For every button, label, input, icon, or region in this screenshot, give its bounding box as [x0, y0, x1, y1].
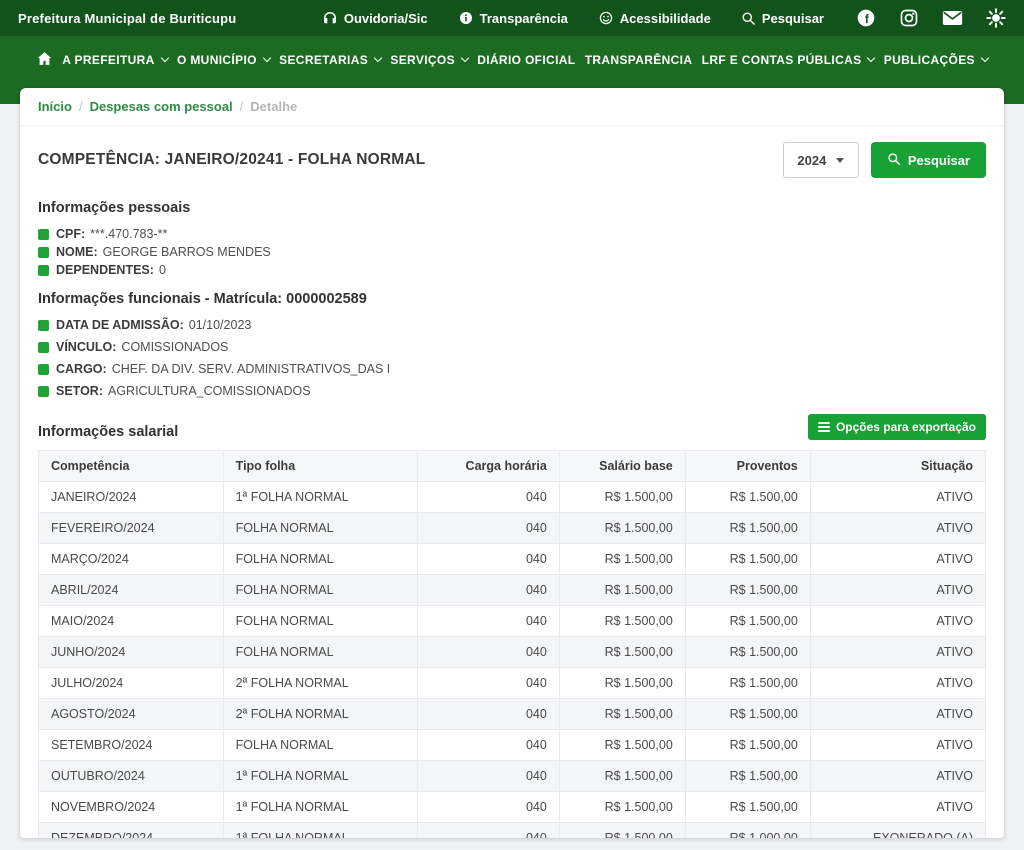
facebook-icon[interactable]: f	[856, 8, 876, 28]
bullet-icon	[38, 229, 49, 240]
nav-item-a-prefeitura[interactable]: A PREFEITURA	[62, 53, 167, 67]
chevron-down-icon	[263, 54, 271, 62]
bullet-icon	[38, 320, 49, 331]
search-icon	[741, 11, 756, 26]
card-content: Informações pessoais CPF:***.470.783-** …	[20, 200, 1004, 838]
year-select[interactable]: 2024	[783, 142, 859, 178]
chevron-down-icon	[374, 54, 382, 62]
col-header-salario-base: Salário base	[559, 451, 685, 482]
functional-heading: Informações funcionais - Matrícula: 0000…	[38, 291, 986, 307]
mail-icon[interactable]	[942, 10, 963, 26]
search-button[interactable]: Pesquisar	[871, 142, 986, 178]
instagram-icon[interactable]	[899, 8, 919, 28]
col-header-competencia: Competência	[39, 451, 224, 482]
salary-heading: Informações salarial	[38, 424, 178, 440]
nav-item-secretarias[interactable]: SECRETARIAS	[279, 53, 381, 67]
list-item: DATA DE ADMISSÃO:01/10/2023	[38, 318, 986, 332]
list-item: DEPENDENTES:0	[38, 263, 986, 277]
bullet-icon	[38, 386, 49, 397]
nav-item-o-municipio[interactable]: O MUNICÍPIO	[177, 53, 270, 67]
topbar-links: Ouvidoria/Sic Transparência Acessibilida…	[322, 10, 824, 26]
nav-item-lrf-contas-publicas[interactable]: LRF E CONTAS PÚBLICAS	[702, 53, 875, 67]
table-row: JUNHO/2024FOLHA NORMAL040R$ 1.500,00R$ 1…	[39, 637, 986, 668]
table-row: FEVEREIRO/2024FOLHA NORMAL040R$ 1.500,00…	[39, 513, 986, 544]
col-header-carga-horaria: Carga horária	[417, 451, 559, 482]
search-link[interactable]: Pesquisar	[741, 11, 824, 26]
nav-item-transparencia[interactable]: TRANSPARÊNCIA	[585, 53, 693, 67]
bullet-icon	[38, 364, 49, 375]
nav-item-servicos[interactable]: SERVIÇOS	[390, 53, 468, 67]
export-options-button[interactable]: Opções para exportação	[808, 414, 986, 440]
headset-icon	[322, 10, 338, 26]
chevron-down-icon	[461, 54, 469, 62]
social-links: f	[856, 8, 1006, 28]
personal-heading: Informações pessoais	[38, 200, 986, 216]
breadcrumb: Início / Despesas com pessoal / Detalhe	[20, 88, 1004, 126]
table-row: JULHO/20242ª FOLHA NORMAL040R$ 1.500,00R…	[39, 668, 986, 699]
table-row: SETEMBRO/2024FOLHA NORMAL040R$ 1.500,00R…	[39, 730, 986, 761]
list-item: CPF:***.470.783-**	[38, 227, 986, 241]
list-item: SETOR:AGRICULTURA_COMISSIONADOS	[38, 384, 986, 398]
transparencia-link[interactable]: Transparência	[458, 10, 568, 26]
table-header-row: Competência Tipo folha Carga horária Sal…	[39, 451, 986, 482]
svg-text:f: f	[865, 13, 869, 26]
title-row: COMPETÊNCIA: JANEIRO/20241 - FOLHA NORMA…	[20, 126, 1004, 186]
topbar: Prefeitura Municipal de Buriticupu Ouvid…	[0, 0, 1024, 36]
info-icon	[458, 10, 474, 26]
table-row: MARÇO/2024FOLHA NORMAL040R$ 1.500,00R$ 1…	[39, 544, 986, 575]
content-card: Início / Despesas com pessoal / Detalhe …	[20, 88, 1004, 838]
table-row: OUTUBRO/20241ª FOLHA NORMAL040R$ 1.500,0…	[39, 761, 986, 792]
col-header-situacao: Situação	[810, 451, 985, 482]
list-item: CARGO:CHEF. DA DIV. SERV. ADMINISTRATIVO…	[38, 362, 986, 376]
table-row: ABRIL/2024FOLHA NORMAL040R$ 1.500,00R$ 1…	[39, 575, 986, 606]
table-row: AGOSTO/20242ª FOLHA NORMAL040R$ 1.500,00…	[39, 699, 986, 730]
col-header-proventos: Proventos	[685, 451, 810, 482]
functional-info-list: DATA DE ADMISSÃO:01/10/2023 VÍNCULO:COMI…	[38, 318, 986, 398]
list-item: VÍNCULO:COMISSIONADOS	[38, 340, 986, 354]
smiley-icon	[598, 10, 614, 26]
breadcrumb-separator: /	[79, 99, 83, 114]
menu-icon	[818, 420, 830, 434]
search-icon	[887, 152, 901, 169]
table-row: MAIO/2024FOLHA NORMAL040R$ 1.500,00R$ 1.…	[39, 606, 986, 637]
ouvidoria-link[interactable]: Ouvidoria/Sic	[322, 10, 428, 26]
salary-table: Competência Tipo folha Carga horária Sal…	[38, 450, 986, 838]
home-icon	[36, 50, 53, 70]
salary-heading-row: Informações salarial Opções para exporta…	[38, 414, 986, 440]
breadcrumb-inicio[interactable]: Início	[38, 99, 72, 114]
breadcrumb-detalhe: Detalhe	[250, 99, 297, 114]
select-caret-icon	[836, 158, 844, 163]
site-brand: Prefeitura Municipal de Buriticupu	[18, 11, 236, 26]
acessibilidade-link[interactable]: Acessibilidade	[598, 10, 711, 26]
chevron-down-icon	[160, 54, 168, 62]
bullet-icon	[38, 265, 49, 276]
personal-info-list: CPF:***.470.783-** NOME:GEORGE BARROS ME…	[38, 227, 986, 277]
bullet-icon	[38, 342, 49, 353]
table-row: JANEIRO/20241ª FOLHA NORMAL040R$ 1.500,0…	[39, 482, 986, 513]
list-item: NOME:GEORGE BARROS MENDES	[38, 245, 986, 259]
col-header-tipo-folha: Tipo folha	[223, 451, 417, 482]
breadcrumb-separator: /	[240, 99, 244, 114]
table-row: NOVEMBRO/20241ª FOLHA NORMAL040R$ 1.500,…	[39, 792, 986, 823]
sun-icon[interactable]	[986, 8, 1006, 28]
nav-item-diario-oficial[interactable]: DIÁRIO OFICIAL	[477, 53, 575, 67]
chevron-down-icon	[867, 54, 875, 62]
breadcrumb-despesas[interactable]: Despesas com pessoal	[90, 99, 233, 114]
chevron-down-icon	[981, 54, 989, 62]
nav-home[interactable]	[36, 50, 53, 70]
bullet-icon	[38, 247, 49, 258]
main-navbar: A PREFEITURA O MUNICÍPIO SECRETARIAS SER…	[0, 36, 1024, 84]
nav-item-publicacoes[interactable]: PUBLICAÇÕES	[884, 53, 988, 67]
title-actions: 2024 Pesquisar	[783, 142, 986, 178]
page-title: COMPETÊNCIA: JANEIRO/20241 - FOLHA NORMA…	[38, 151, 425, 169]
table-row: DEZEMBRO/20241ª FOLHA NORMAL040R$ 1.500,…	[39, 823, 986, 839]
